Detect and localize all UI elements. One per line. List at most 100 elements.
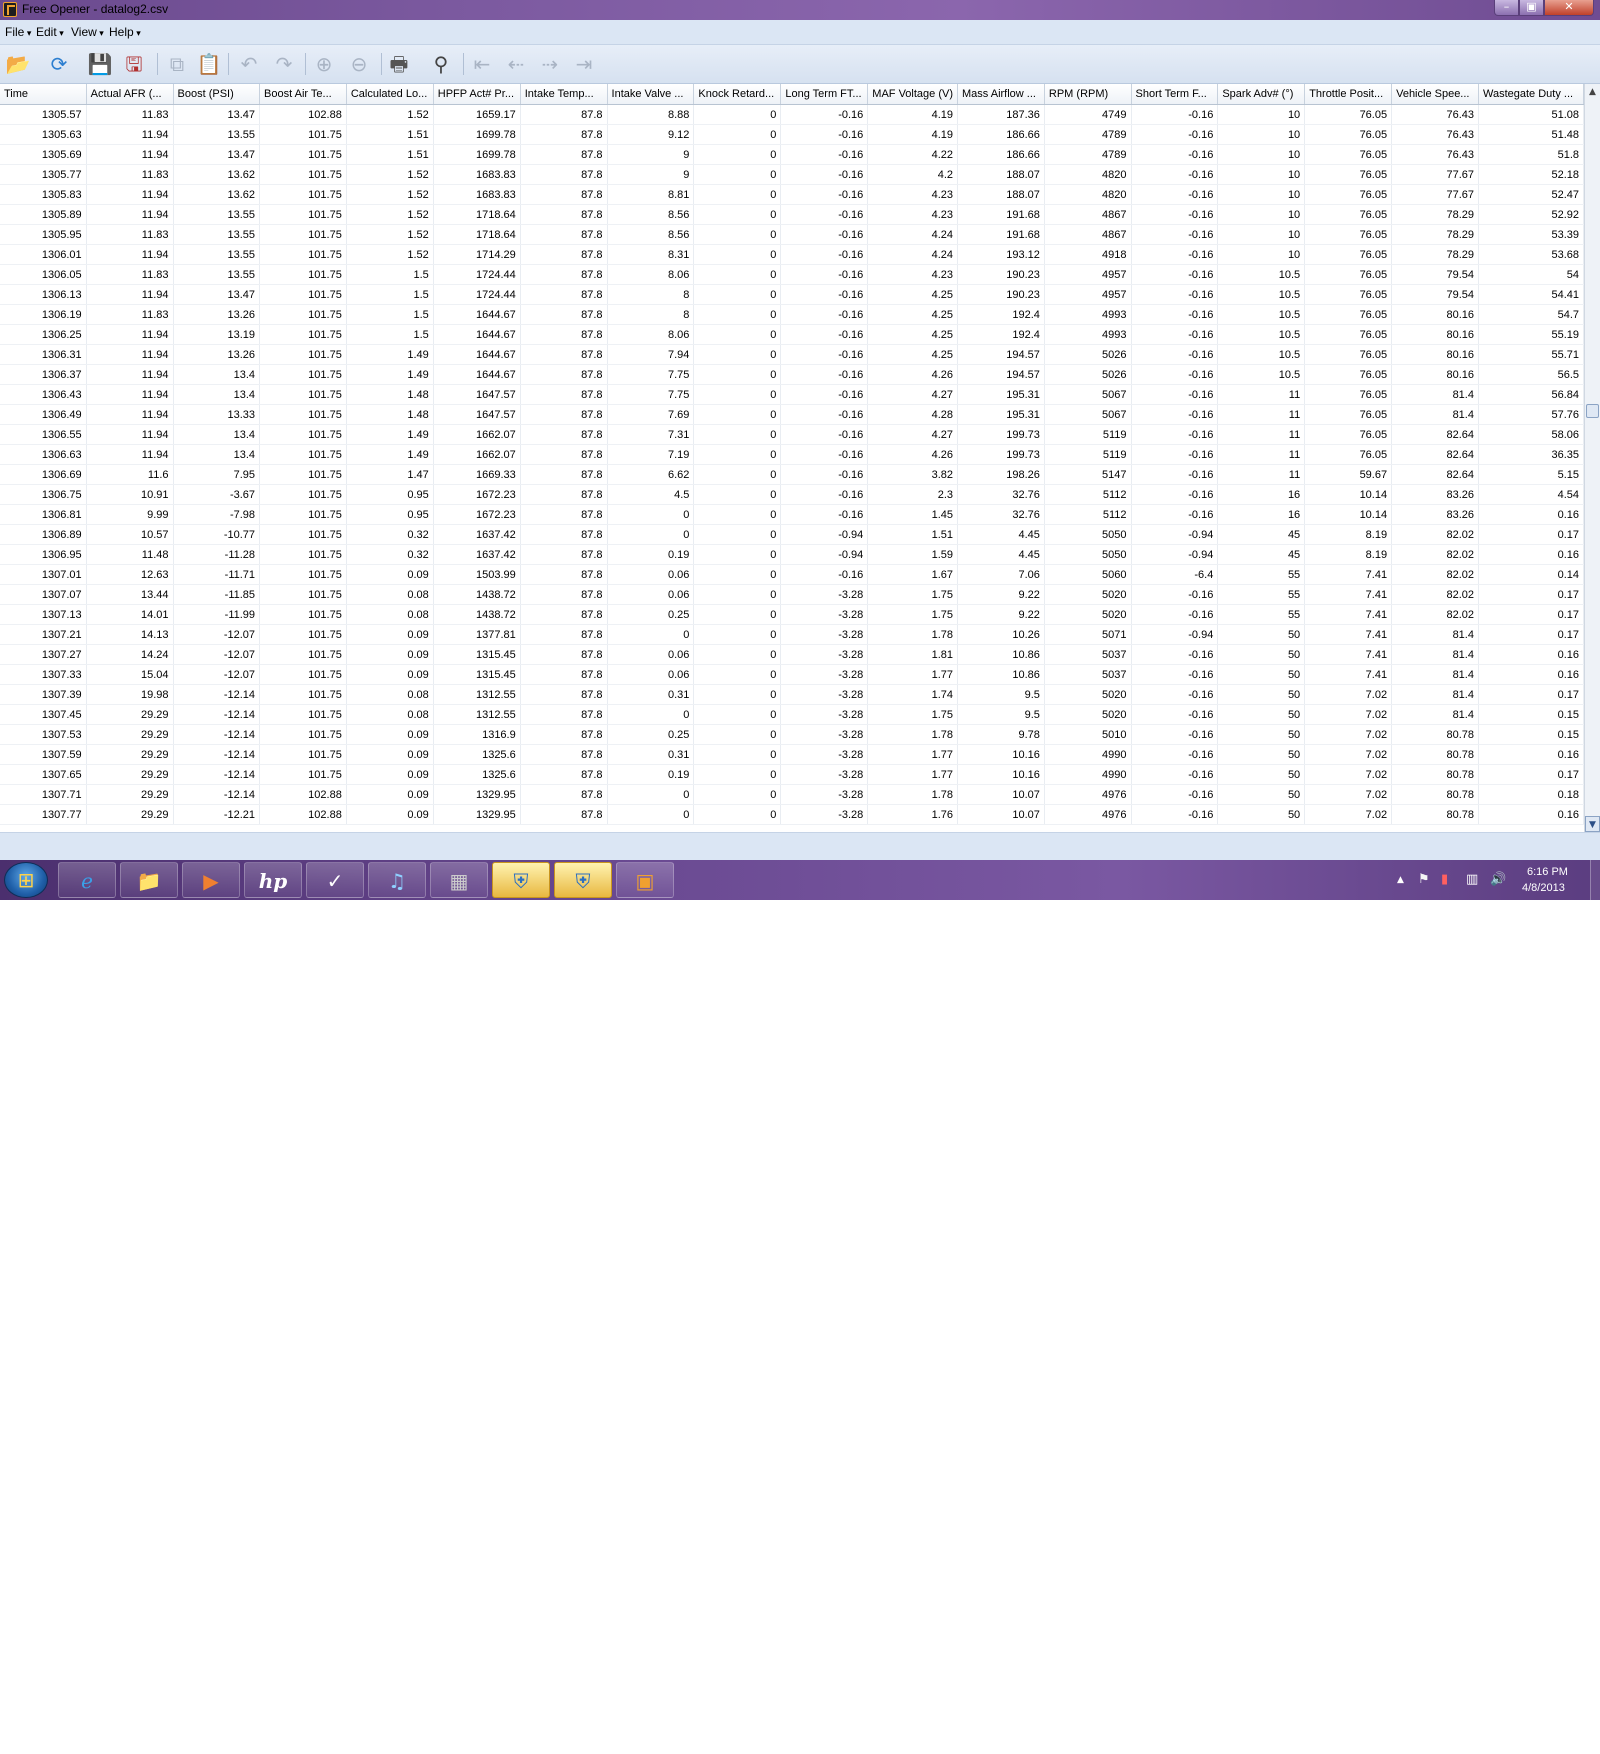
table-cell[interactable]: -0.16 [780,104,869,125]
table-cell[interactable]: 1306.63 [0,444,87,465]
table-cell[interactable]: -0.94 [780,524,869,545]
table-cell[interactable]: 0 [693,604,782,625]
table-cell[interactable]: 5060 [1044,564,1132,585]
table-cell[interactable]: 1718.64 [433,224,521,245]
table-cell[interactable]: 87.8 [520,604,608,625]
table-cell[interactable]: -0.16 [780,424,869,445]
table-cell[interactable]: 79.54 [1391,264,1479,285]
table-cell[interactable]: -0.16 [780,144,869,165]
table-cell[interactable]: 0.08 [346,684,434,705]
table-cell[interactable]: 16 [1217,484,1306,505]
table-cell[interactable]: 10.57 [86,524,174,545]
paste-icon[interactable]: 📋 [196,51,222,77]
table-cell[interactable]: 77.67 [1391,184,1479,205]
table-cell[interactable]: 1669.33 [433,464,521,485]
table-cell[interactable]: 10.5 [1217,364,1306,385]
clock-date[interactable]: 4/8/2013 [1522,882,1565,894]
table-cell[interactable]: 0 [693,484,782,505]
table-cell[interactable]: -0.16 [1131,244,1219,265]
table-cell[interactable]: 13.55 [173,224,261,245]
table-cell[interactable]: -0.16 [780,464,869,485]
table-cell[interactable]: 0 [693,504,782,525]
table-cell[interactable]: 87.8 [520,124,608,145]
table-cell[interactable]: 11.94 [86,424,174,445]
table-cell[interactable]: 101.75 [259,544,347,565]
table-cell[interactable]: 4.26 [867,444,958,465]
table-row[interactable]: 1307.13 14.01 -11.99 101.75 0.08 1438.72 87.8 0… [0,604,1584,625]
find-icon[interactable]: ⚲ [428,51,454,77]
table-cell[interactable]: 0.14 [1478,564,1584,585]
table-cell[interactable]: 13.55 [173,204,261,225]
table-row[interactable]: 1307.65 29.29 -12.14 101.75 0.09 1325.6 87.8 0.… [0,764,1584,785]
table-row[interactable]: 1307.71 29.29 -12.14 102.88 0.09 1329.95 87.8 0… [0,784,1584,805]
table-cell[interactable]: -0.16 [1131,584,1219,605]
table-cell[interactable]: 1644.67 [433,344,521,365]
table-cell[interactable]: 11.83 [86,224,174,245]
table-cell[interactable]: 1.5 [346,304,434,325]
table-cell[interactable]: 80.78 [1391,784,1479,805]
table-cell[interactable]: 0.16 [1478,544,1584,565]
copy-icon[interactable]: ⧉ [164,51,190,77]
table-cell[interactable]: 8.19 [1304,544,1393,565]
table-cell[interactable]: 1307.53 [0,724,87,745]
table-cell[interactable]: 1305.69 [0,144,87,165]
table-cell[interactable]: 59.67 [1304,464,1393,485]
table-cell[interactable]: 1699.78 [433,144,521,165]
table-cell[interactable]: 76.05 [1304,404,1393,425]
table-cell[interactable]: 101.75 [259,504,347,525]
table-cell[interactable]: 13.19 [173,324,261,345]
table-cell[interactable]: -0.94 [1131,544,1219,565]
save-icon[interactable]: 💾 [87,51,113,77]
start-button[interactable] [4,862,48,898]
table-cell[interactable]: 87.8 [520,284,608,305]
table-cell[interactable]: 0.16 [1478,664,1584,685]
table-cell[interactable]: 80.78 [1391,724,1479,745]
table-cell[interactable]: 1306.25 [0,324,87,345]
table-cell[interactable]: 101.75 [259,284,347,305]
table-cell[interactable]: 101.75 [259,244,347,265]
table-cell[interactable]: 1714.29 [433,244,521,265]
table-cell[interactable]: 0 [607,704,695,725]
table-cell[interactable]: 102.88 [259,784,347,805]
table-cell[interactable]: 78.29 [1391,204,1479,225]
table-cell[interactable]: 0.32 [346,524,434,545]
table-cell[interactable]: 10.07 [957,804,1045,825]
table-cell[interactable]: 0 [693,444,782,465]
table-cell[interactable]: 1306.75 [0,484,87,505]
table-cell[interactable]: 0 [693,124,782,145]
table-cell[interactable]: 1.45 [867,504,958,525]
table-cell[interactable]: 193.12 [957,244,1045,265]
table-cell[interactable]: 10 [1217,104,1306,125]
table-cell[interactable]: 82.02 [1391,524,1479,545]
table-cell[interactable]: 5026 [1044,344,1132,365]
table-cell[interactable]: 11.83 [86,104,174,125]
table-row[interactable]: 1305.57 11.83 13.47 102.88 1.52 1659.17 87.8 8.… [0,104,1584,125]
table-cell[interactable]: 7.41 [1304,584,1393,605]
table-cell[interactable]: 1312.55 [433,704,521,725]
security-shield-icon[interactable]: ⛨ [554,862,612,898]
table-cell[interactable]: 1.75 [867,704,958,725]
table-cell[interactable]: 4820 [1044,164,1132,185]
table-cell[interactable]: 11.94 [86,444,174,465]
table-cell[interactable]: -12.14 [173,764,261,785]
table-cell[interactable]: 1.52 [346,204,434,225]
table-cell[interactable]: 1305.57 [0,104,87,125]
table-cell[interactable]: 1.52 [346,164,434,185]
table-cell[interactable]: 76.05 [1304,444,1393,465]
table-cell[interactable]: 101.75 [259,324,347,345]
table-cell[interactable]: 9 [607,164,695,185]
table-cell[interactable]: -0.16 [1131,764,1219,785]
table-cell[interactable]: 1.51 [346,124,434,145]
table-cell[interactable]: 87.8 [520,344,608,365]
table-cell[interactable]: 0 [693,544,782,565]
column-header[interactable]: Spark Adv# (°) [1217,84,1306,105]
column-header[interactable]: Short Term F... [1131,84,1219,105]
table-cell[interactable]: -3.28 [780,784,869,805]
table-cell[interactable]: 7.94 [607,344,695,365]
table-cell[interactable]: 0 [693,584,782,605]
table-cell[interactable]: 10.16 [957,764,1045,785]
redo-icon[interactable]: ↷ [271,51,297,77]
table-cell[interactable]: -0.16 [1131,144,1219,165]
table-cell[interactable]: -0.16 [780,444,869,465]
table-row[interactable]: 1305.69 11.94 13.47 101.75 1.51 1699.78 87.8 9 0… [0,144,1584,165]
